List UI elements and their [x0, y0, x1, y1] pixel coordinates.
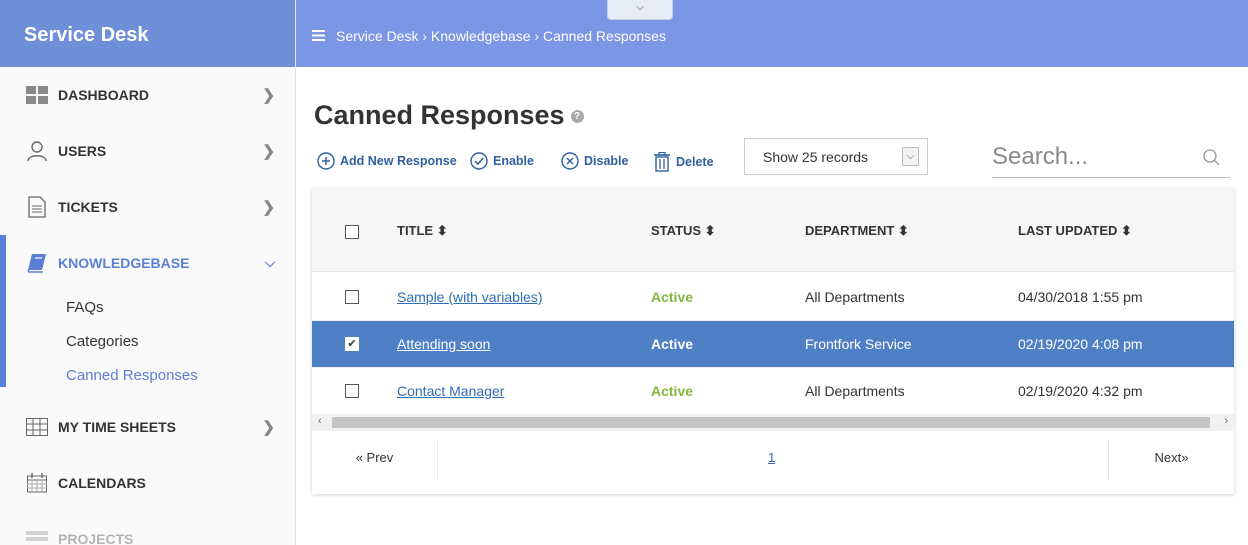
- sidebar-item-calendars[interactable]: CALENDARS: [0, 455, 295, 511]
- add-new-response-button[interactable]: Add New Response: [317, 152, 457, 170]
- calendar-icon: [26, 472, 48, 494]
- sidebar-item-label: TICKETS: [58, 199, 118, 215]
- scroll-left-arrow-icon[interactable]: ‹: [318, 415, 322, 427]
- last-updated-text: 02/19/2020 4:32 pm: [1018, 383, 1143, 399]
- sidebar-item-label: DASHBOARD: [58, 87, 149, 103]
- status-text: Active: [651, 336, 694, 352]
- sidebar-item-projects[interactable]: PROJECTS: [0, 511, 295, 545]
- disable-label: Disable: [584, 154, 629, 168]
- scrollbar-thumb[interactable]: [332, 417, 1210, 428]
- user-icon: [26, 140, 48, 162]
- scroll-right-arrow-icon[interactable]: ›: [1224, 415, 1228, 427]
- records-per-page-select[interactable]: Show 25 records ⌵: [744, 138, 928, 175]
- sidebar-item-dashboard[interactable]: DASHBOARD ❯: [0, 67, 295, 123]
- dashboard-icon: [26, 84, 48, 106]
- response-title-link[interactable]: Attending soon: [397, 336, 490, 352]
- table-row[interactable]: Contact Manager Active All Departments 0…: [312, 368, 1234, 415]
- enable-label: Enable: [493, 154, 534, 168]
- column-header-department[interactable]: DEPARTMENT ⬍: [805, 223, 909, 239]
- row-checkbox[interactable]: [345, 290, 359, 304]
- table-grid-icon: [26, 416, 48, 438]
- collapse-header-tab[interactable]: ⌵: [607, 0, 673, 20]
- delete-button[interactable]: Delete: [653, 152, 714, 172]
- records-per-page-value: Show 25 records: [763, 149, 869, 165]
- delete-label: Delete: [676, 155, 714, 169]
- breadcrumb: Service Desk › Knowledgebase › Canned Re…: [336, 28, 666, 44]
- chevron-down-icon: ⌵: [636, 2, 644, 13]
- response-title-link[interactable]: Contact Manager: [397, 383, 504, 399]
- x-circle-icon: [561, 152, 579, 170]
- active-section-indicator: [0, 235, 6, 387]
- chevron-right-icon: ❯: [262, 199, 275, 216]
- sidebar-subitem-faqs[interactable]: FAQs: [0, 291, 295, 325]
- page-number-link[interactable]: 1: [768, 450, 775, 465]
- last-updated-text: 02/19/2020 4:08 pm: [1018, 336, 1143, 352]
- row-checkbox[interactable]: [345, 384, 359, 398]
- search-box: [992, 138, 1230, 178]
- plus-circle-icon: [317, 152, 335, 170]
- column-header-status[interactable]: STATUS ⬍: [651, 223, 716, 239]
- sidebar-item-label: CALENDARS: [58, 475, 146, 491]
- search-icon[interactable]: [1202, 148, 1222, 173]
- chevron-down-icon: ⌵: [902, 147, 919, 166]
- disable-button[interactable]: Disable: [561, 152, 628, 170]
- search-input[interactable]: [992, 138, 1192, 176]
- sidebar-item-time-sheets[interactable]: MY TIME SHEETS ❯: [0, 399, 295, 455]
- status-text: Active: [651, 289, 694, 305]
- response-title-link[interactable]: Sample (with variables): [397, 289, 543, 305]
- last-updated-text: 04/30/2018 1:55 pm: [1018, 289, 1143, 305]
- sidebar-subitem-canned-responses[interactable]: Canned Responses: [0, 359, 295, 393]
- page-title-text: Canned Responses: [314, 100, 565, 130]
- sidebar-item-users[interactable]: USERS ❯: [0, 123, 295, 179]
- hamburger-menu-icon[interactable]: [312, 28, 325, 46]
- column-header-title[interactable]: TITLE ⬍: [397, 223, 448, 239]
- column-header-last-updated[interactable]: LAST UPDATED ⬍: [1018, 223, 1132, 239]
- next-page-button[interactable]: Next»: [1108, 440, 1234, 480]
- sidebar-item-tickets[interactable]: TICKETS ❯: [0, 179, 295, 235]
- app-brand: Service Desk: [0, 0, 295, 67]
- book-icon: [26, 252, 48, 274]
- sidebar-subitem-categories[interactable]: Categories: [0, 325, 295, 359]
- table-header: TITLE ⬍ STATUS ⬍ DEPARTMENT ⬍ LAST UPDAT…: [312, 188, 1234, 272]
- select-all-checkbox[interactable]: [345, 225, 359, 239]
- canned-responses-table: TITLE ⬍ STATUS ⬍ DEPARTMENT ⬍ LAST UPDAT…: [312, 188, 1234, 494]
- prev-page-button[interactable]: « Prev: [312, 440, 438, 480]
- sidebar-item-label: PROJECTS: [58, 531, 134, 545]
- trash-icon: [654, 152, 670, 172]
- sidebar-item-label: KNOWLEDGEBASE: [58, 255, 190, 271]
- document-icon: [26, 196, 48, 218]
- horizontal-scrollbar[interactable]: ‹ ›: [312, 414, 1234, 431]
- table-row[interactable]: ✔ Attending soon Active Frontfork Servic…: [312, 321, 1234, 368]
- sidebar-item-label: USERS: [58, 143, 107, 159]
- sidebar-item-knowledgebase[interactable]: KNOWLEDGEBASE ⌵: [0, 235, 295, 291]
- status-text: Active: [651, 383, 694, 399]
- pagination: « Prev 1 Next»: [312, 440, 1234, 494]
- enable-button[interactable]: Enable: [470, 152, 534, 170]
- chevron-right-icon: ❯: [262, 419, 275, 436]
- chevron-right-icon: ❯: [262, 143, 275, 160]
- top-bar: Service Desk › Knowledgebase › Canned Re…: [296, 0, 1248, 67]
- department-text: Frontfork Service: [805, 336, 912, 352]
- row-checkbox-checked[interactable]: ✔: [345, 337, 359, 351]
- projects-icon: [26, 528, 48, 545]
- sidebar: Service Desk DASHBOARD ❯ USERS ❯ TICKETS…: [0, 0, 296, 545]
- chevron-right-icon: ❯: [262, 87, 275, 104]
- chevron-down-icon: ⌵: [265, 255, 275, 270]
- page-title: Canned Responses?: [314, 100, 584, 131]
- department-text: All Departments: [805, 289, 905, 305]
- department-text: All Departments: [805, 383, 905, 399]
- add-new-response-label: Add New Response: [340, 154, 457, 168]
- check-circle-icon: [470, 152, 488, 170]
- table-row[interactable]: Sample (with variables) Active All Depar…: [312, 274, 1234, 321]
- sidebar-item-label: MY TIME SHEETS: [58, 419, 176, 435]
- help-icon[interactable]: ?: [570, 110, 584, 124]
